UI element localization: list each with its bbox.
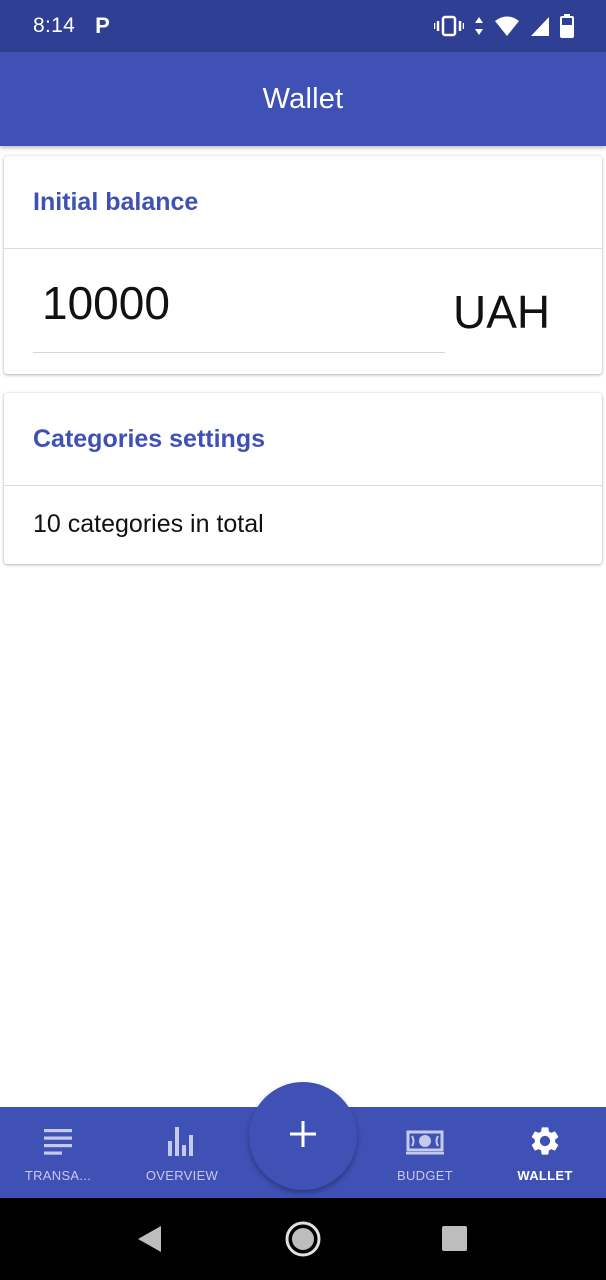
status-time: 8:14: [33, 14, 76, 37]
currency-label: UAH: [453, 286, 551, 338]
notification-p-icon: P: [95, 13, 110, 38]
signal-icon: [530, 15, 550, 37]
categories-settings-card[interactable]: Categories settings 10 categories in tot…: [4, 393, 602, 564]
list-icon: [43, 1125, 73, 1157]
wifi-icon: [494, 15, 520, 37]
home-icon[interactable]: [284, 1220, 322, 1263]
nav-item-wallet[interactable]: WALLET: [487, 1107, 603, 1198]
bar-chart-icon: [167, 1125, 197, 1157]
initial-balance-title: Initial balance: [33, 187, 199, 216]
page-title: Wallet: [262, 82, 344, 115]
battery-icon: [560, 14, 574, 38]
plus-icon: [289, 1120, 317, 1153]
initial-balance-header: Initial balance: [4, 156, 602, 249]
wallet-screen: 8:14 P Wallet Initial balance 10000 UAH …: [0, 0, 606, 1280]
add-transaction-button[interactable]: [249, 1082, 357, 1190]
nav-label-overview: OVERVIEW: [145, 1168, 219, 1183]
nav-item-overview[interactable]: OVERVIEW: [124, 1107, 240, 1198]
data-arrows-icon: [474, 15, 484, 37]
status-icons: [434, 14, 574, 38]
categories-settings-header: Categories settings: [4, 393, 602, 486]
back-icon[interactable]: [136, 1224, 164, 1259]
nav-item-transactions[interactable]: TRANSA...: [0, 1107, 116, 1198]
money-icon: [406, 1125, 444, 1157]
categories-summary-row[interactable]: 10 categories in total: [4, 486, 602, 563]
gear-icon: [528, 1125, 562, 1157]
nav-item-budget[interactable]: BUDGET: [367, 1107, 483, 1198]
app-bar: Wallet: [0, 52, 606, 146]
initial-balance-card: Initial balance UAH: [4, 156, 602, 374]
vibrate-icon: [434, 15, 464, 37]
categories-settings-title: Categories settings: [33, 424, 266, 453]
nav-label-wallet: WALLET: [517, 1168, 573, 1183]
balance-row: UAH: [4, 249, 602, 373]
system-navigation-bar: [0, 1198, 606, 1280]
nav-label-transactions: TRANSA...: [24, 1168, 92, 1183]
nav-label-budget: BUDGET: [397, 1168, 453, 1183]
categories-summary: 10 categories in total: [33, 510, 264, 538]
recents-icon[interactable]: [441, 1225, 468, 1257]
initial-balance-input[interactable]: [33, 263, 445, 353]
status-bar: 8:14 P: [0, 0, 606, 52]
